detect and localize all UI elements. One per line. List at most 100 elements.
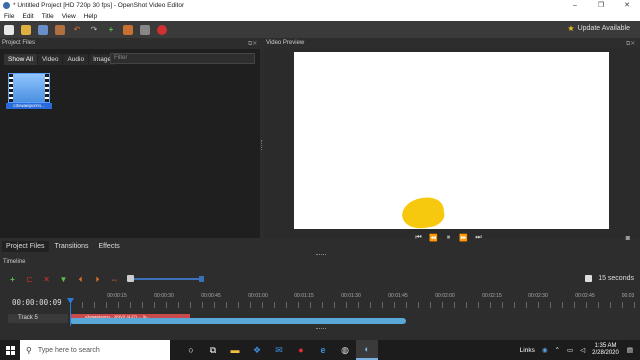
next-marker-icon[interactable]: ⏵	[93, 275, 102, 284]
menu-title[interactable]: Title	[42, 13, 54, 20]
previous-marker-icon[interactable]: ⏴	[76, 275, 85, 284]
fast-forward-icon[interactable]: ⏩	[459, 234, 468, 242]
export-video-icon[interactable]	[157, 24, 167, 35]
ruler-label: 00:00:45	[201, 293, 221, 299]
tab-show-all[interactable]: Show All	[4, 54, 37, 65]
volume-icon[interactable]: ◁	[580, 346, 585, 354]
new-project-icon[interactable]	[4, 24, 14, 35]
ruler-label: 00:01:15	[294, 293, 314, 299]
timeline-scrollbar[interactable]	[70, 318, 406, 324]
project-files-filter-tabs: Show All Video Audio Image	[4, 54, 116, 65]
taskbar-apps: ○ ⧉ ▬ ❖ ✉ ● e ◍ ◐	[180, 340, 378, 360]
update-available-label: Update Available	[577, 25, 630, 32]
video-preview-panel: ⏮ ⏪ ⏸ ⏩ ⏭ ◙	[264, 49, 640, 242]
ruler-label: 00:02:15	[482, 293, 502, 299]
add-track-icon[interactable]: +	[8, 275, 17, 284]
search-icon: ⚲	[26, 345, 32, 355]
links-toolbar[interactable]: Links	[520, 347, 535, 354]
taskbar-search-input[interactable]: ⚲ Type here to search	[20, 340, 170, 360]
taskbar-time: 1:35 AM	[594, 343, 617, 349]
center-playhead-icon[interactable]: ⇔	[110, 275, 119, 284]
windows-logo-icon	[5, 345, 15, 355]
project-files-dock-controls-icon[interactable]: ⧉✕	[248, 40, 257, 48]
pause-icon[interactable]: ⏸	[444, 234, 453, 242]
open-project-icon[interactable]	[21, 24, 31, 35]
ruler-label: 00:00:30	[154, 293, 174, 299]
taskbar-clock[interactable]: 1:35 AM 2/28/2020	[592, 343, 619, 357]
dropbox-icon[interactable]: ❖	[246, 340, 268, 360]
opera-icon[interactable]: ●	[290, 340, 312, 360]
notifications-icon[interactable]: ▤	[627, 346, 633, 354]
rewind-icon[interactable]: ⏪	[429, 234, 438, 242]
playback-controls: ⏮ ⏪ ⏸ ⏩ ⏭	[414, 234, 483, 242]
minimize-button[interactable]: –	[562, 0, 588, 11]
project-file-thumbnail[interactable]	[8, 73, 50, 103]
show-hidden-icons-icon[interactable]: ⌃	[555, 346, 560, 354]
project-files-panel: Show All Video Audio Image Filter c3vwae…	[0, 49, 260, 238]
video-preview-dock-controls-icon[interactable]: ⧉✕	[626, 40, 635, 48]
zoom-slider-track[interactable]	[128, 278, 204, 280]
chrome-icon[interactable]: ◍	[334, 340, 356, 360]
update-available-button[interactable]: ★ Update Available	[567, 24, 630, 33]
track-label[interactable]: Track 5	[8, 314, 68, 323]
jump-start-icon[interactable]: ⏮	[414, 234, 423, 242]
undo-icon[interactable]: ↶	[72, 25, 82, 35]
project-file-name[interactable]: c3vwaeipornn...	[6, 103, 52, 109]
ruler-label: 00:02:00	[435, 293, 455, 299]
openshot-taskbar-icon[interactable]: ◐	[356, 340, 378, 360]
zoom-slider-handle[interactable]	[127, 275, 134, 282]
maximize-button[interactable]: ❐	[588, 0, 614, 11]
menu-view[interactable]: View	[62, 13, 76, 20]
save-as-icon[interactable]	[55, 24, 65, 35]
bottom-tab-bar: Project Files Transitions Effects	[0, 240, 260, 253]
windows-taskbar: ⚲ Type here to search ○ ⧉ ▬ ❖ ✉ ● e ◍ ◐ …	[0, 340, 640, 360]
window-controls: – ❐ ✕	[562, 0, 640, 11]
zoom-slider-end[interactable]	[199, 276, 204, 282]
camera-icon[interactable]: ◙	[626, 235, 630, 242]
menu-edit[interactable]: Edit	[22, 13, 33, 20]
ruler-label: 00:01:30	[341, 293, 361, 299]
window-title: * Untitled Project [HD 720p 30 fps] - Op…	[13, 2, 185, 9]
file-explorer-icon[interactable]: ▬	[224, 340, 246, 360]
redo-icon[interactable]: ↷	[89, 25, 99, 35]
fullscreen-icon[interactable]	[140, 24, 150, 35]
timeline-ruler[interactable]: 00:00:15 00:00:30 00:00:45 00:01:00 00:0…	[70, 290, 640, 312]
splitter-handle[interactable]	[261, 140, 263, 150]
dock-grip-bottom[interactable]	[316, 328, 326, 330]
choose-profile-icon[interactable]	[123, 24, 133, 35]
save-project-icon[interactable]	[38, 24, 48, 35]
cortana-icon[interactable]: ○	[180, 340, 202, 360]
import-files-icon[interactable]: +	[106, 25, 116, 35]
tab-effects[interactable]: Effects	[95, 241, 124, 252]
video-preview-title: Video Preview	[266, 40, 305, 46]
ruler-label: 00:02:45	[575, 293, 595, 299]
tab-project-files[interactable]: Project Files	[2, 241, 49, 252]
tab-video[interactable]: Video	[37, 54, 63, 65]
task-view-icon[interactable]: ⧉	[202, 340, 224, 360]
playhead[interactable]	[70, 298, 71, 326]
jump-end-icon[interactable]: ⏭	[474, 234, 483, 242]
menu-bar: File Edit Title View Help	[0, 11, 640, 21]
title-bar: * Untitled Project [HD 720p 30 fps] - Op…	[0, 0, 640, 11]
snapping-icon[interactable]: ⊏	[25, 275, 34, 284]
filter-input[interactable]: Filter	[110, 53, 255, 64]
taskbar-search-placeholder: Type here to search	[37, 346, 100, 354]
razor-icon[interactable]: ✕	[42, 275, 51, 284]
close-button[interactable]: ✕	[614, 0, 640, 11]
network-icon[interactable]: ▭	[567, 346, 573, 354]
menu-file[interactable]: File	[4, 13, 14, 20]
start-button[interactable]	[0, 340, 20, 360]
tab-audio[interactable]: Audio	[63, 54, 89, 65]
tray-app-icon[interactable]: ◉	[542, 346, 548, 354]
mail-icon[interactable]: ✉	[268, 340, 290, 360]
timeline-title: Timeline	[3, 259, 26, 265]
menu-help[interactable]: Help	[84, 13, 97, 20]
ruler-label: 00:02:30	[528, 293, 548, 299]
star-icon: ★	[567, 24, 575, 33]
openshot-logo-icon	[3, 2, 10, 9]
edge-icon[interactable]: e	[312, 340, 334, 360]
add-marker-icon[interactable]: ▼	[59, 275, 68, 284]
tab-transitions[interactable]: Transitions	[51, 241, 93, 252]
taskbar-date: 2/28/2020	[592, 350, 619, 356]
zoom-checkbox[interactable]	[585, 275, 593, 282]
